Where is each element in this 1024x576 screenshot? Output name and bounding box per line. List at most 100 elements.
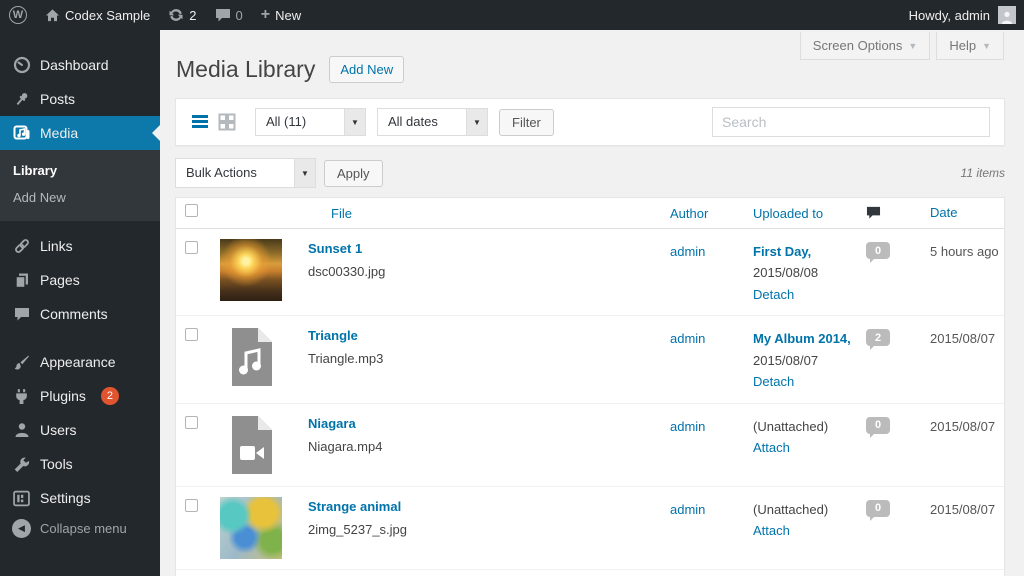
updates-link[interactable]: 2 xyxy=(159,0,205,30)
table-row: 2img_2755 admin Europe Trip, 2 2015/08/0 xyxy=(176,568,1004,576)
list-view-toggle[interactable] xyxy=(190,112,210,132)
sidebar-label-appearance: Appearance xyxy=(40,354,116,370)
pages-icon xyxy=(12,271,31,290)
date-column-header[interactable]: Date xyxy=(930,205,957,220)
sidebar-label-posts: Posts xyxy=(40,91,76,107)
row-checkbox[interactable] xyxy=(185,328,198,342)
table-row: Sunset 1 dsc00330.jpg admin First Day, 2… xyxy=(176,229,1004,315)
new-content-menu[interactable]: + New xyxy=(252,0,310,30)
author-link[interactable]: admin xyxy=(670,502,705,517)
comment-count-badge[interactable]: 0 xyxy=(866,416,890,438)
site-name-label: Codex Sample xyxy=(65,7,151,23)
sunset-photo-thumbnail[interactable] xyxy=(220,239,282,301)
comment-count-badge[interactable]: 0 xyxy=(866,242,890,263)
update-count: 2 xyxy=(189,7,197,23)
author-link[interactable]: admin xyxy=(670,419,705,434)
sidebar-item-comments[interactable]: Comments xyxy=(0,297,160,331)
uploaded-to-post-link[interactable]: First Day, xyxy=(753,244,811,259)
sidebar-item-media[interactable]: Media xyxy=(0,116,160,150)
select-arrow-icon: ▼ xyxy=(344,109,365,135)
media-table: File Author Uploaded to Date Sunset 1 ds… xyxy=(175,197,1005,576)
sidebar-item-library[interactable]: Library xyxy=(0,157,160,184)
howdy-admin-link[interactable]: Howdy, admin xyxy=(909,8,990,23)
media-title-link[interactable]: Triangle xyxy=(308,328,383,343)
row-checkbox[interactable] xyxy=(185,241,198,254)
attach-link[interactable]: Attach xyxy=(753,440,790,455)
attach-link[interactable]: Attach xyxy=(753,523,790,538)
bulk-actions-value: Bulk Actions xyxy=(186,165,257,180)
upload-date: 2015/08/07 xyxy=(930,418,996,434)
table-header-row: File Author Uploaded to Date xyxy=(176,198,1004,229)
sidebar-item-pages[interactable]: Pages xyxy=(0,263,160,297)
author-link[interactable]: admin xyxy=(670,244,705,259)
sidebar-item-add-new[interactable]: Add New xyxy=(0,184,160,211)
file-column-header[interactable]: File xyxy=(331,206,352,221)
sidebar-item-dashboard[interactable]: Dashboard xyxy=(0,48,160,82)
apply-button[interactable]: Apply xyxy=(324,159,383,187)
plugins-update-badge: 2 xyxy=(100,387,119,405)
media-filename: 2img_5237_s.jpg xyxy=(308,521,408,537)
collapse-menu-button[interactable]: ◀ Collapse menu xyxy=(0,519,160,538)
author-link[interactable]: admin xyxy=(670,331,705,346)
comment-count-badge[interactable]: 0 xyxy=(866,499,890,521)
detach-link[interactable]: Detach xyxy=(753,374,794,389)
uploaded-to-date: 2015/08/07 xyxy=(753,352,819,368)
select-all-checkbox[interactable] xyxy=(185,204,198,217)
video-file-icon[interactable] xyxy=(220,414,282,476)
screen-options-label: Screen Options xyxy=(812,38,903,53)
author-column-header[interactable]: Author xyxy=(670,206,708,221)
select-arrow-icon: ▼ xyxy=(466,109,487,135)
screen-options-tab[interactable]: Screen Options ▼ xyxy=(799,32,931,60)
sidebar-label-plugins: Plugins xyxy=(40,388,86,404)
items-count: 11 items xyxy=(960,166,1005,180)
row-checkbox[interactable] xyxy=(185,498,198,512)
media-filename: Niagara.mp4 xyxy=(308,438,383,454)
sidebar-label-comments: Comments xyxy=(40,306,108,322)
sidebar-label-media: Media xyxy=(40,125,79,141)
wrench-icon xyxy=(12,455,31,474)
chain-link-icon xyxy=(12,237,31,256)
filter-button[interactable]: Filter xyxy=(499,108,554,136)
sidebar-item-plugins[interactable]: Plugins 2 xyxy=(0,379,160,413)
audio-file-icon[interactable] xyxy=(220,326,282,388)
attachment-filter-value: All (11) xyxy=(266,114,307,129)
comment-bubble-icon xyxy=(215,8,231,23)
sidebar-item-tools[interactable]: Tools xyxy=(0,447,160,481)
help-tab[interactable]: Help ▼ xyxy=(936,32,1004,60)
row-checkbox[interactable] xyxy=(185,415,198,429)
media-title-link[interactable]: Strange animal xyxy=(308,499,407,514)
main-content: Screen Options ▼ Help ▼ Media Library Ad… xyxy=(160,30,1024,576)
sidebar-label-links: Links xyxy=(40,238,73,254)
uploaded-to-column-header[interactable]: Uploaded to xyxy=(753,206,823,221)
sidebar-item-appearance[interactable]: Appearance xyxy=(0,345,160,379)
user-avatar[interactable] xyxy=(998,6,1016,24)
sidebar-item-posts[interactable]: Posts xyxy=(0,82,160,116)
date-filter-select[interactable]: All dates ▼ xyxy=(377,108,488,136)
date-filter-value: All dates xyxy=(388,114,438,129)
wordpress-logo-menu[interactable]: W xyxy=(0,0,36,30)
attachment-filter-select[interactable]: All (11) ▼ xyxy=(255,108,366,136)
sidebar-item-links[interactable]: Links xyxy=(0,229,160,263)
bulk-actions-select[interactable]: Bulk Actions ▼ xyxy=(175,158,316,188)
select-arrow-icon: ▼ xyxy=(294,159,315,187)
site-name-link[interactable]: Codex Sample xyxy=(36,0,159,30)
search-input[interactable] xyxy=(712,107,990,137)
upload-date: 5 hours ago xyxy=(930,244,999,259)
sidebar-item-settings[interactable]: Settings xyxy=(0,481,160,515)
media-filename: dsc00330.jpg xyxy=(308,264,386,279)
comment-count-badge[interactable]: 2 xyxy=(866,329,890,351)
comments-link[interactable]: 0 xyxy=(206,0,252,30)
chevron-down-icon: ▼ xyxy=(908,40,918,51)
media-title-link[interactable]: Sunset 1 xyxy=(308,241,385,256)
grid-view-toggle[interactable] xyxy=(217,112,237,132)
sidebar-item-users[interactable]: Users xyxy=(0,413,160,447)
detach-link[interactable]: Detach xyxy=(753,287,794,302)
wordpress-logo-icon: W xyxy=(9,6,27,24)
comments-column-header[interactable] xyxy=(866,206,930,220)
add-new-button[interactable]: Add New xyxy=(329,56,405,83)
upload-date: 2015/08/07 xyxy=(930,331,996,347)
media-title-link[interactable]: Niagara xyxy=(308,416,382,431)
uploaded-to-post-link[interactable]: My Album 2014, xyxy=(753,331,851,346)
sidebar-label-dashboard: Dashboard xyxy=(40,57,109,73)
mosaic-photo-thumbnail[interactable] xyxy=(220,496,282,559)
